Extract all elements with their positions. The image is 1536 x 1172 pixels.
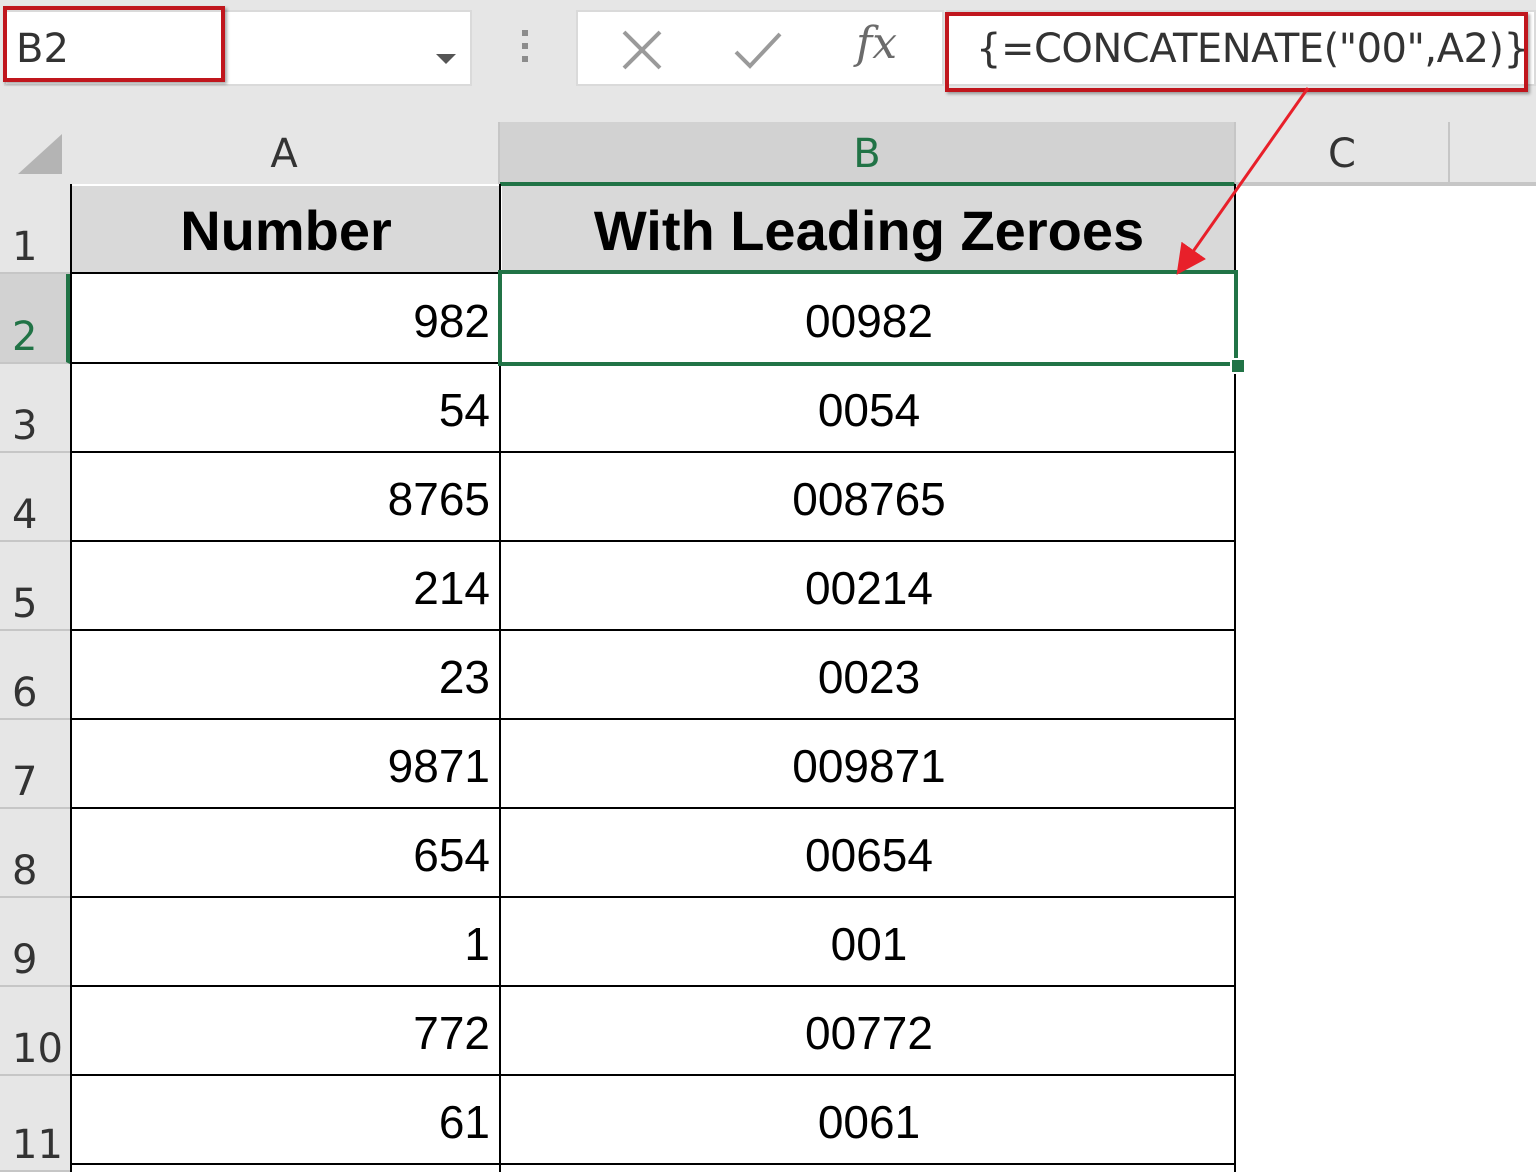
table-border-left [70,184,72,1172]
cell-b11[interactable]: 0061 [502,1077,1236,1165]
cell-a4[interactable]: 8765 [72,454,500,542]
cell-b3[interactable]: 0054 [502,365,1236,453]
gridline [1236,184,1536,186]
row-header-9[interactable]: 9 [0,898,70,987]
chevron-down-icon[interactable] [436,54,456,64]
row-header-3[interactable]: 3 [0,364,70,453]
cancel-icon[interactable] [614,24,670,76]
cell-b9[interactable]: 001 [502,899,1236,987]
table-border-row [70,985,1236,987]
cell-a3[interactable]: 54 [72,365,500,453]
table-border-row [70,896,1236,898]
column-header-c[interactable]: C [1236,122,1450,184]
column-header-b[interactable]: B [500,122,1236,186]
row-header-10[interactable]: 10 [0,987,70,1076]
column-header-d[interactable] [1450,122,1536,184]
enter-check-icon[interactable] [730,24,786,76]
select-all-triangle-icon[interactable] [18,134,62,174]
cell-b7[interactable]: 009871 [502,721,1236,809]
cell-a1[interactable]: Number [72,186,500,274]
fill-handle[interactable] [1230,358,1246,374]
cell-b5[interactable]: 00214 [502,543,1236,631]
cell-b8[interactable]: 00654 [502,810,1236,898]
cell-a7[interactable]: 9871 [72,721,500,809]
cell-a5[interactable]: 214 [72,543,500,631]
cell-b1[interactable]: With Leading Zeroes [502,186,1236,274]
row-header-1[interactable]: 1 [0,184,70,274]
table-border-row [70,1074,1236,1076]
cell-b4[interactable]: 008765 [502,454,1236,542]
formula-buttons: fx [576,10,944,86]
row-header-4[interactable]: 4 [0,453,70,542]
row-header-2[interactable]: 2 [0,274,70,364]
active-cell-selection[interactable] [498,270,1238,366]
row-header-7[interactable]: 7 [0,720,70,809]
cell-a8[interactable]: 654 [72,810,500,898]
cell-a2[interactable]: 982 [72,276,500,364]
table-border-row [70,807,1236,809]
column-header-a[interactable]: A [70,122,500,184]
name-box-highlight [3,6,225,82]
table-border-row [70,451,1236,453]
cell-b6[interactable]: 0023 [502,632,1236,720]
row-header-11[interactable]: 11 [0,1076,70,1172]
cell-a11[interactable]: 61 [72,1077,500,1165]
cell-a6[interactable]: 23 [72,632,500,720]
table-border-row [70,629,1236,631]
row-header-5[interactable]: 5 [0,542,70,631]
grip-icon[interactable] [518,30,532,70]
row-header-6[interactable]: 6 [0,631,70,720]
cell-a9[interactable]: 1 [72,899,500,987]
insert-function-icon[interactable]: fx [856,18,897,69]
formula-highlight [945,12,1528,92]
cell-a10[interactable]: 772 [72,988,500,1076]
table-border-row [70,1163,1236,1165]
row-header-8[interactable]: 8 [0,809,70,898]
cell-b10[interactable]: 00772 [502,988,1236,1076]
table-border-row [70,540,1236,542]
table-border-row [70,718,1236,720]
